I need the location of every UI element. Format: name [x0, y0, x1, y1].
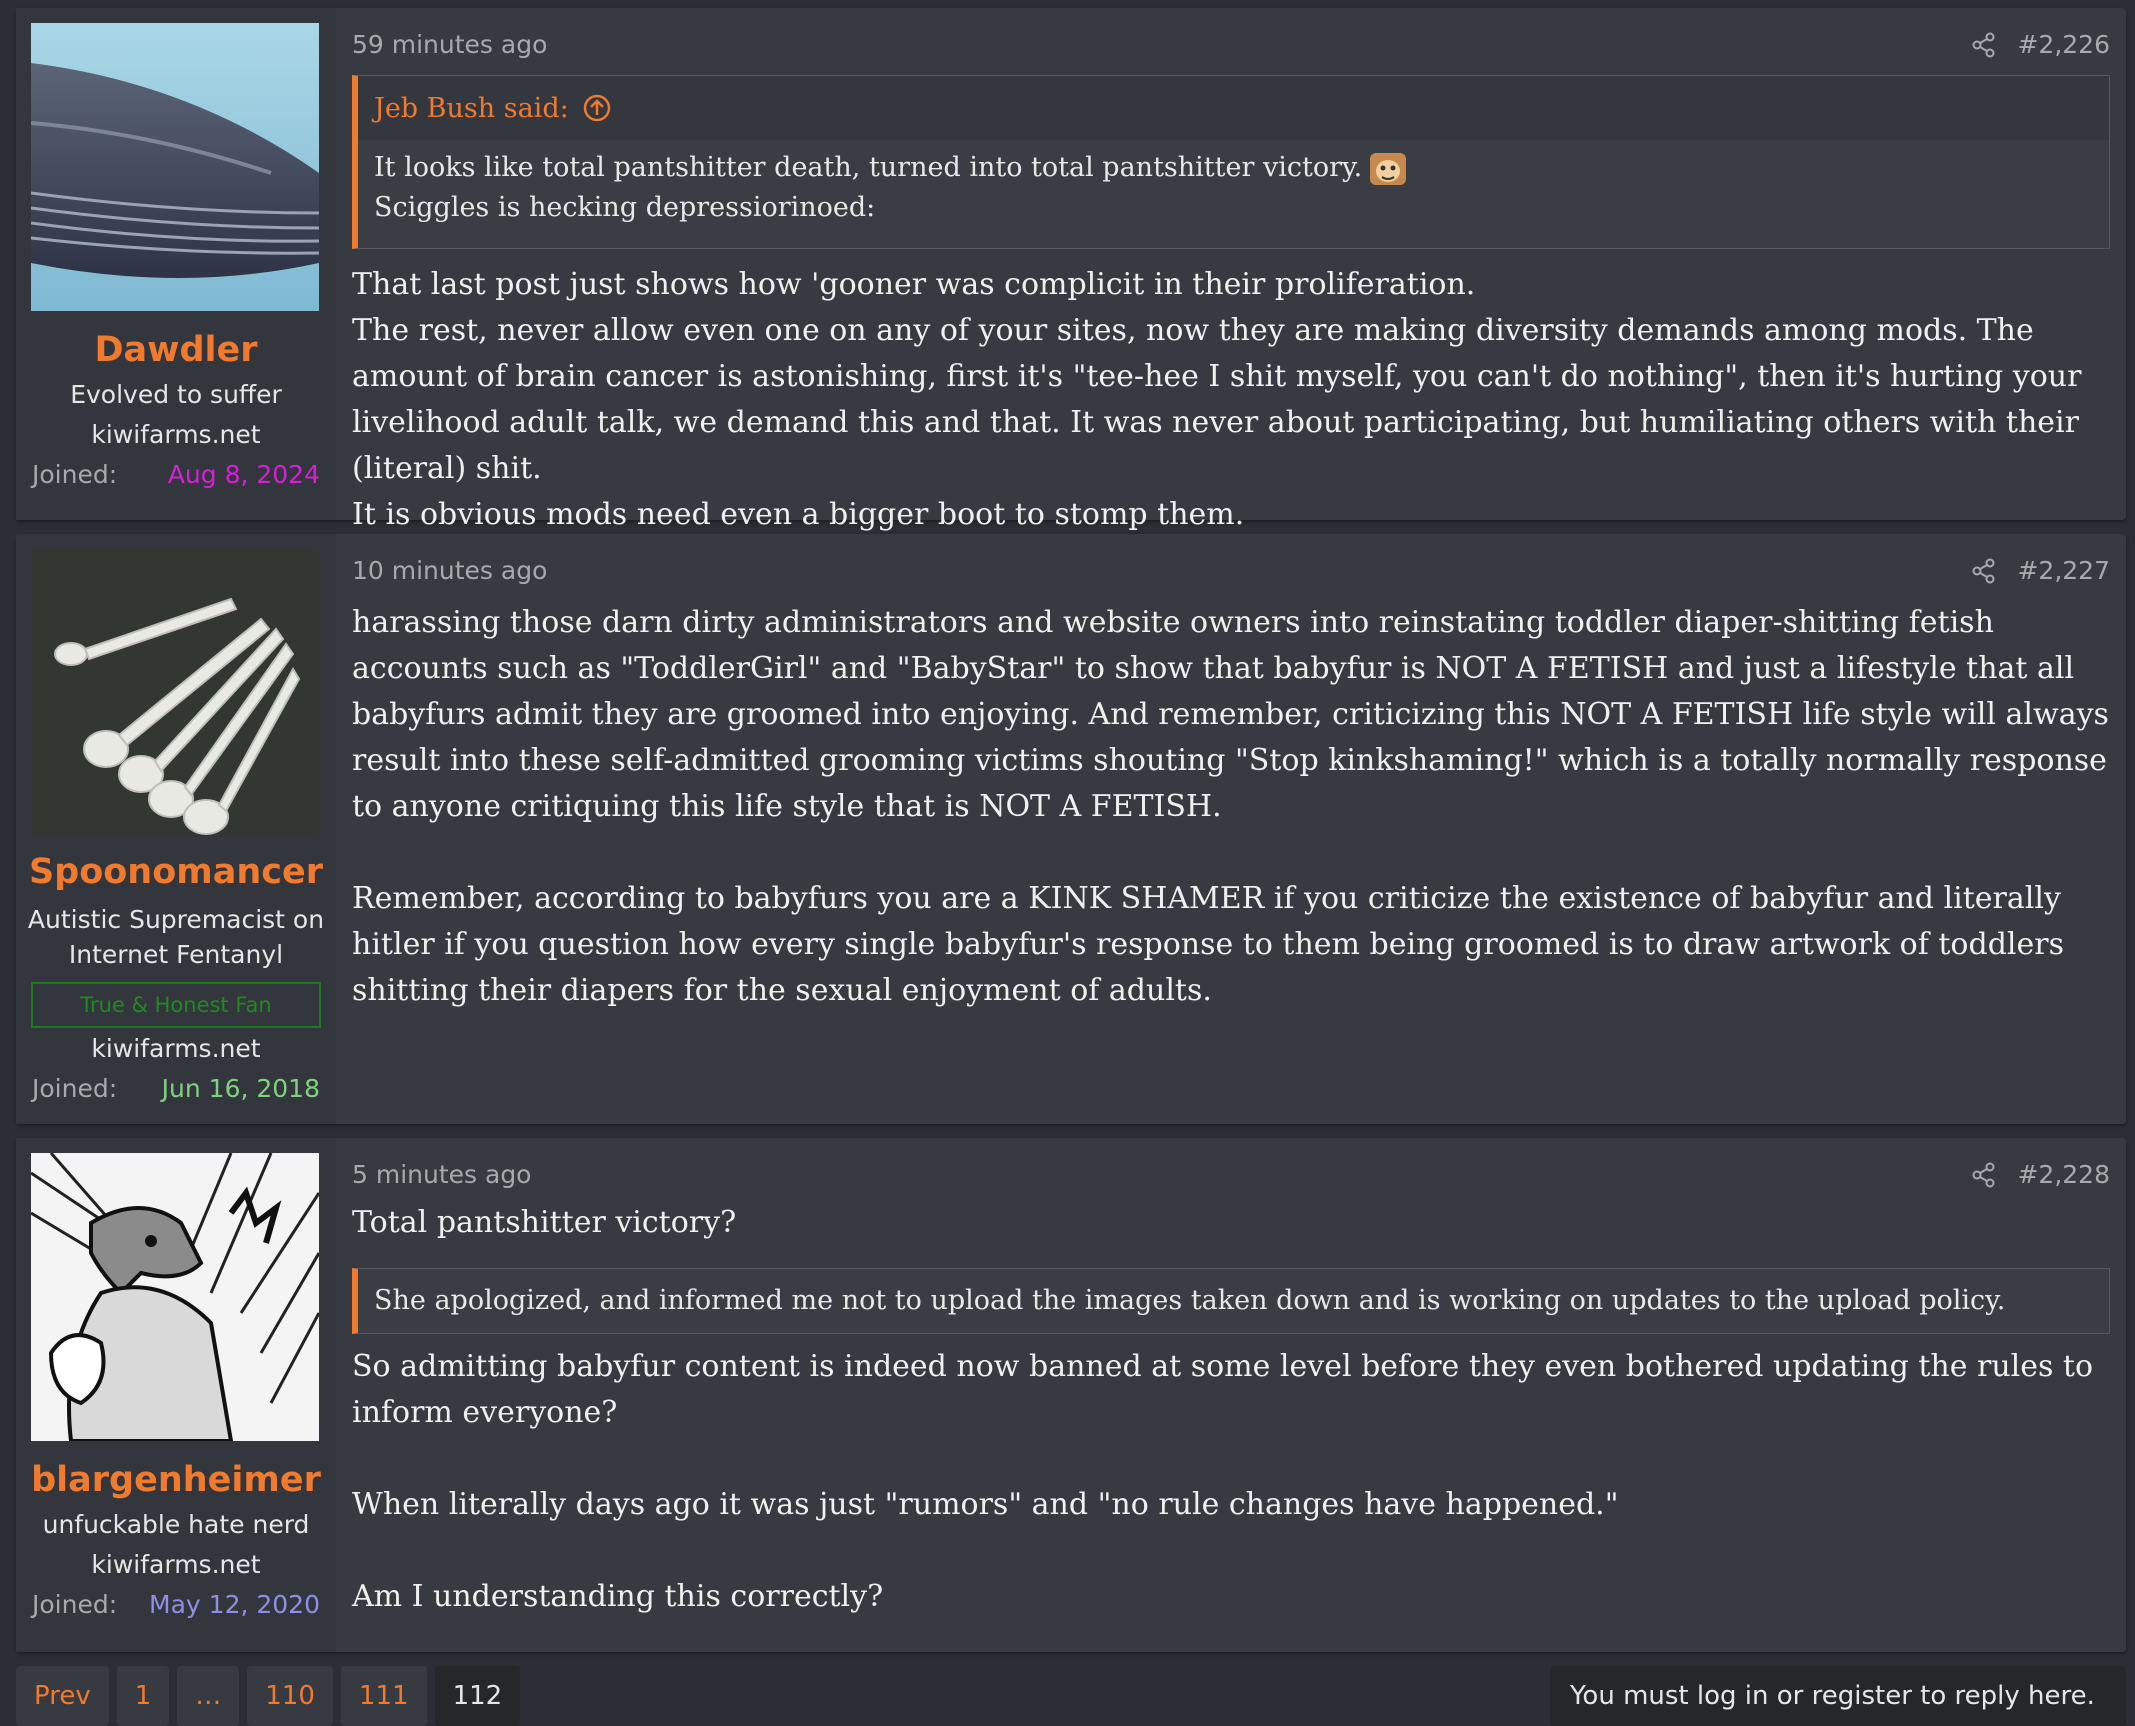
share-icon[interactable]	[1971, 558, 1997, 584]
paragraph-spacer	[352, 1528, 2110, 1574]
post-paragraph: Remember, according to babyfurs you are …	[352, 881, 2064, 1008]
post-2227: Spoonomancer Autistic Supremacist on Int…	[16, 534, 2126, 1124]
post-number[interactable]: #2,226	[2017, 30, 2110, 59]
arrow-up-circle-icon[interactable]	[583, 94, 611, 122]
post-paragraph: Am I understanding this correctly?	[352, 1579, 884, 1614]
post-body: harassing those darn dirty administrator…	[352, 600, 2110, 1014]
post-time[interactable]: 59 minutes ago	[352, 30, 547, 59]
username[interactable]: blargenheimer	[16, 1460, 336, 1500]
quote-block: She apologized, and informed me not to u…	[352, 1268, 2110, 1334]
post-body: So admitting babyfur content is indeed n…	[352, 1344, 2110, 1620]
joined-label: Joined:	[32, 1590, 118, 1619]
post-meta: #2,228	[1971, 1160, 2110, 1189]
post-paragraph: It is obvious mods need even a bigger bo…	[352, 497, 1245, 532]
user-site: kiwifarms.net	[91, 420, 261, 449]
pagination: Prev 1 … 110 111 112	[16, 1666, 521, 1726]
post-content: 10 minutes ago #2,227 harassing those da…	[352, 534, 2110, 1124]
user-title: unfuckable hate nerd	[42, 1510, 310, 1539]
avatar[interactable]	[31, 1153, 319, 1441]
post-meta: #2,226	[1971, 30, 2110, 59]
quote-line: Sciggles is hecking depressiorinoed:	[374, 192, 876, 223]
post-paragraph: When literally days ago it was just "rum…	[352, 1487, 1619, 1522]
prev-page-button[interactable]: Prev	[16, 1666, 109, 1726]
paragraph-spacer	[352, 1436, 2110, 1482]
user-info: Dawdler Evolved to suffer kiwifarms.net …	[16, 8, 336, 520]
page-link[interactable]: 110	[247, 1666, 333, 1726]
joined-label: Joined:	[32, 460, 118, 489]
page-ellipsis[interactable]: …	[177, 1666, 240, 1726]
post-meta: #2,227	[1971, 556, 2110, 585]
paragraph-spacer	[352, 830, 2110, 876]
quote-body: It looks like total pantshitter death, t…	[358, 140, 2109, 238]
joined-label: Joined:	[32, 1074, 118, 1103]
page-link[interactable]: 1	[116, 1666, 170, 1726]
spoons-avatar-image	[31, 549, 319, 837]
share-icon[interactable]	[1971, 1162, 1997, 1188]
monkey-emoji-icon	[1368, 151, 1408, 187]
post-paragraph: harassing those darn dirty administrator…	[352, 605, 2109, 824]
post-number[interactable]: #2,228	[2017, 1160, 2110, 1189]
post-time[interactable]: 10 minutes ago	[352, 556, 547, 585]
post-paragraph: The rest, never allow even one on any of…	[352, 313, 2082, 486]
post-2228: blargenheimer unfuckable hate nerd kiwif…	[16, 1138, 2126, 1652]
user-info: Spoonomancer Autistic Supremacist on Int…	[16, 534, 336, 1124]
post-2226: Dawdler Evolved to suffer kiwifarms.net …	[16, 8, 2126, 532]
manga-avatar-image	[31, 1153, 319, 1441]
share-icon[interactable]	[1971, 32, 1997, 58]
user-site: kiwifarms.net	[91, 1550, 261, 1579]
page-link[interactable]: 111	[340, 1666, 427, 1726]
post-paragraph: So admitting babyfur content is indeed n…	[352, 1349, 2094, 1430]
login-notice[interactable]: You must log in or register to reply her…	[1550, 1666, 2126, 1726]
post-body-top: Total pantshitter victory?	[352, 1205, 737, 1240]
user-banner: True & Honest Fan	[31, 982, 321, 1028]
quote-body: She apologized, and informed me not to u…	[374, 1285, 2006, 1316]
user-title: Evolved to suffer	[70, 380, 282, 409]
quote-block: Jeb Bush said: It looks like total pants…	[352, 75, 2110, 249]
quote-line: It looks like total pantshitter death, t…	[374, 152, 1363, 183]
current-page[interactable]: 112	[434, 1666, 521, 1726]
post-content: 5 minutes ago #2,228 Total pantshitter v…	[352, 1138, 2110, 1652]
quote-header[interactable]: Jeb Bush said:	[358, 76, 2109, 140]
post-paragraph: That last post just shows how 'gooner wa…	[352, 267, 1476, 302]
username[interactable]: Dawdler	[16, 330, 336, 370]
post-body: That last post just shows how 'gooner wa…	[352, 262, 2110, 538]
joined-date: Aug 8, 2024	[167, 460, 320, 489]
post-content: 59 minutes ago #2,226 Jeb Bush said: It …	[352, 8, 2110, 532]
username[interactable]: Spoonomancer	[16, 852, 336, 892]
avatar[interactable]	[31, 23, 319, 311]
post-time[interactable]: 5 minutes ago	[352, 1160, 531, 1189]
post-number[interactable]: #2,227	[2017, 556, 2110, 585]
avatar[interactable]	[31, 549, 319, 837]
quote-author[interactable]: Jeb Bush said:	[374, 93, 569, 124]
user-site: kiwifarms.net	[91, 1034, 261, 1063]
whale-avatar-image	[31, 23, 319, 311]
user-info: blargenheimer unfuckable hate nerd kiwif…	[16, 1138, 336, 1652]
joined-date: May 12, 2020	[149, 1590, 320, 1619]
joined-date: Jun 16, 2018	[161, 1074, 320, 1103]
user-title: Autistic Supremacist on Internet Fentany…	[27, 905, 325, 969]
